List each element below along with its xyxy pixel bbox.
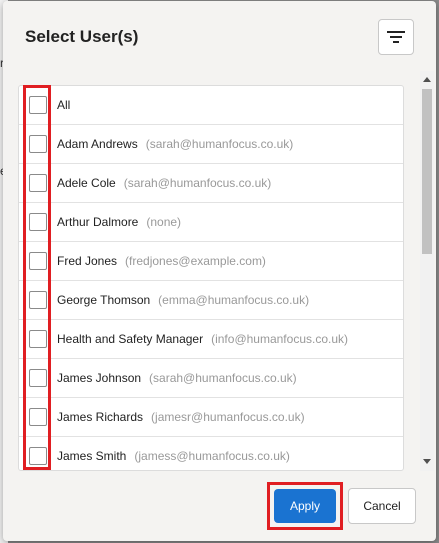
user-email: (sarah@humanfocus.co.uk) — [145, 137, 294, 151]
dialog-header: Select User(s) — [3, 1, 436, 71]
user-label: Fred Jones (fredjones@example.com) — [57, 254, 266, 268]
user-email: (jamess@humanfocus.co.uk) — [134, 449, 290, 463]
user-email: (none) — [146, 215, 182, 229]
select-users-dialog: Select User(s) All Adam Andrews (sarah@hum… — [3, 1, 436, 541]
user-label: Adam Andrews (sarah@humanfocus.co.uk) — [57, 137, 293, 151]
list-item[interactable]: James Smith (jamess@humanfocus.co.uk) — [19, 437, 403, 470]
user-name: Health and Safety Manager — [57, 332, 204, 346]
checkbox[interactable] — [29, 96, 47, 114]
user-name: James Richards — [57, 410, 144, 424]
dialog-footer: Apply Cancel — [3, 471, 436, 541]
checkbox[interactable] — [29, 447, 47, 465]
list-item[interactable]: Adele Cole (sarah@humanfocus.co.uk) — [19, 164, 403, 203]
list-item[interactable]: George Thomson (emma@humanfocus.co.uk) — [19, 281, 403, 320]
checkbox[interactable] — [29, 408, 47, 426]
checkbox[interactable] — [29, 369, 47, 387]
list-item[interactable]: Fred Jones (fredjones@example.com) — [19, 242, 403, 281]
user-name: Fred Jones — [57, 254, 118, 268]
user-name: James Smith — [57, 449, 127, 463]
scroll-down-arrow-icon[interactable] — [423, 459, 431, 464]
list-item[interactable]: Arthur Dalmore (none) — [19, 203, 403, 242]
user-label: James Johnson (sarah@humanfocus.co.uk) — [57, 371, 297, 385]
dialog-title: Select User(s) — [25, 27, 139, 46]
user-name: George Thomson — [57, 293, 151, 307]
user-label: George Thomson (emma@humanfocus.co.uk) — [57, 293, 309, 307]
checkbox[interactable] — [29, 213, 47, 231]
user-email: (info@humanfocus.co.uk) — [211, 332, 349, 346]
user-label: Arthur Dalmore (none) — [57, 215, 181, 229]
checkbox[interactable] — [29, 330, 47, 348]
user-email: (fredjones@example.com) — [125, 254, 266, 268]
user-label: Adele Cole (sarah@humanfocus.co.uk) — [57, 176, 271, 190]
list-scrollbar[interactable] — [420, 71, 434, 471]
cancel-button[interactable]: Cancel — [348, 488, 416, 524]
user-label: Health and Safety Manager (info@humanfocu… — [57, 332, 348, 346]
list-item-all[interactable]: All — [19, 86, 403, 125]
list-item[interactable]: James Richards (jamesr@humanfocus.co.uk) — [19, 398, 403, 437]
checkbox[interactable] — [29, 252, 47, 270]
user-email: (emma@humanfocus.co.uk) — [158, 293, 310, 307]
checkbox[interactable] — [29, 135, 47, 153]
user-list: All Adam Andrews (sarah@humanfocus.co.uk) A… — [18, 85, 404, 471]
list-item[interactable]: Adam Andrews (sarah@humanfocus.co.uk) — [19, 125, 403, 164]
list-item[interactable]: Health and Safety Manager (info@humanfocu… — [19, 320, 403, 359]
scroll-thumb[interactable] — [422, 89, 432, 254]
checkbox[interactable] — [29, 291, 47, 309]
list-item[interactable]: James Johnson (sarah@humanfocus.co.uk) — [19, 359, 403, 398]
user-label: James Smith (jamess@humanfocus.co.uk) — [57, 449, 290, 463]
user-name: Arthur Dalmore — [57, 215, 139, 229]
user-name: All — [57, 98, 71, 112]
user-label: All — [57, 98, 70, 112]
filter-lines-icon — [387, 31, 405, 43]
user-name: Adam Andrews — [57, 137, 138, 151]
user-email: (sarah@humanfocus.co.uk) — [123, 176, 272, 190]
apply-button[interactable]: Apply — [274, 489, 336, 523]
filter-button[interactable] — [378, 19, 414, 55]
user-name: James Johnson — [57, 371, 142, 385]
user-label: James Richards (jamesr@humanfocus.co.uk) — [57, 410, 305, 424]
user-name: Adele Cole — [57, 176, 116, 190]
apply-highlight-box: Apply — [267, 482, 343, 530]
user-email: (sarah@humanfocus.co.uk) — [149, 371, 297, 385]
checkbox[interactable] — [29, 174, 47, 192]
scroll-up-arrow-icon[interactable] — [423, 77, 431, 82]
user-email: (jamesr@humanfocus.co.uk) — [151, 410, 305, 424]
